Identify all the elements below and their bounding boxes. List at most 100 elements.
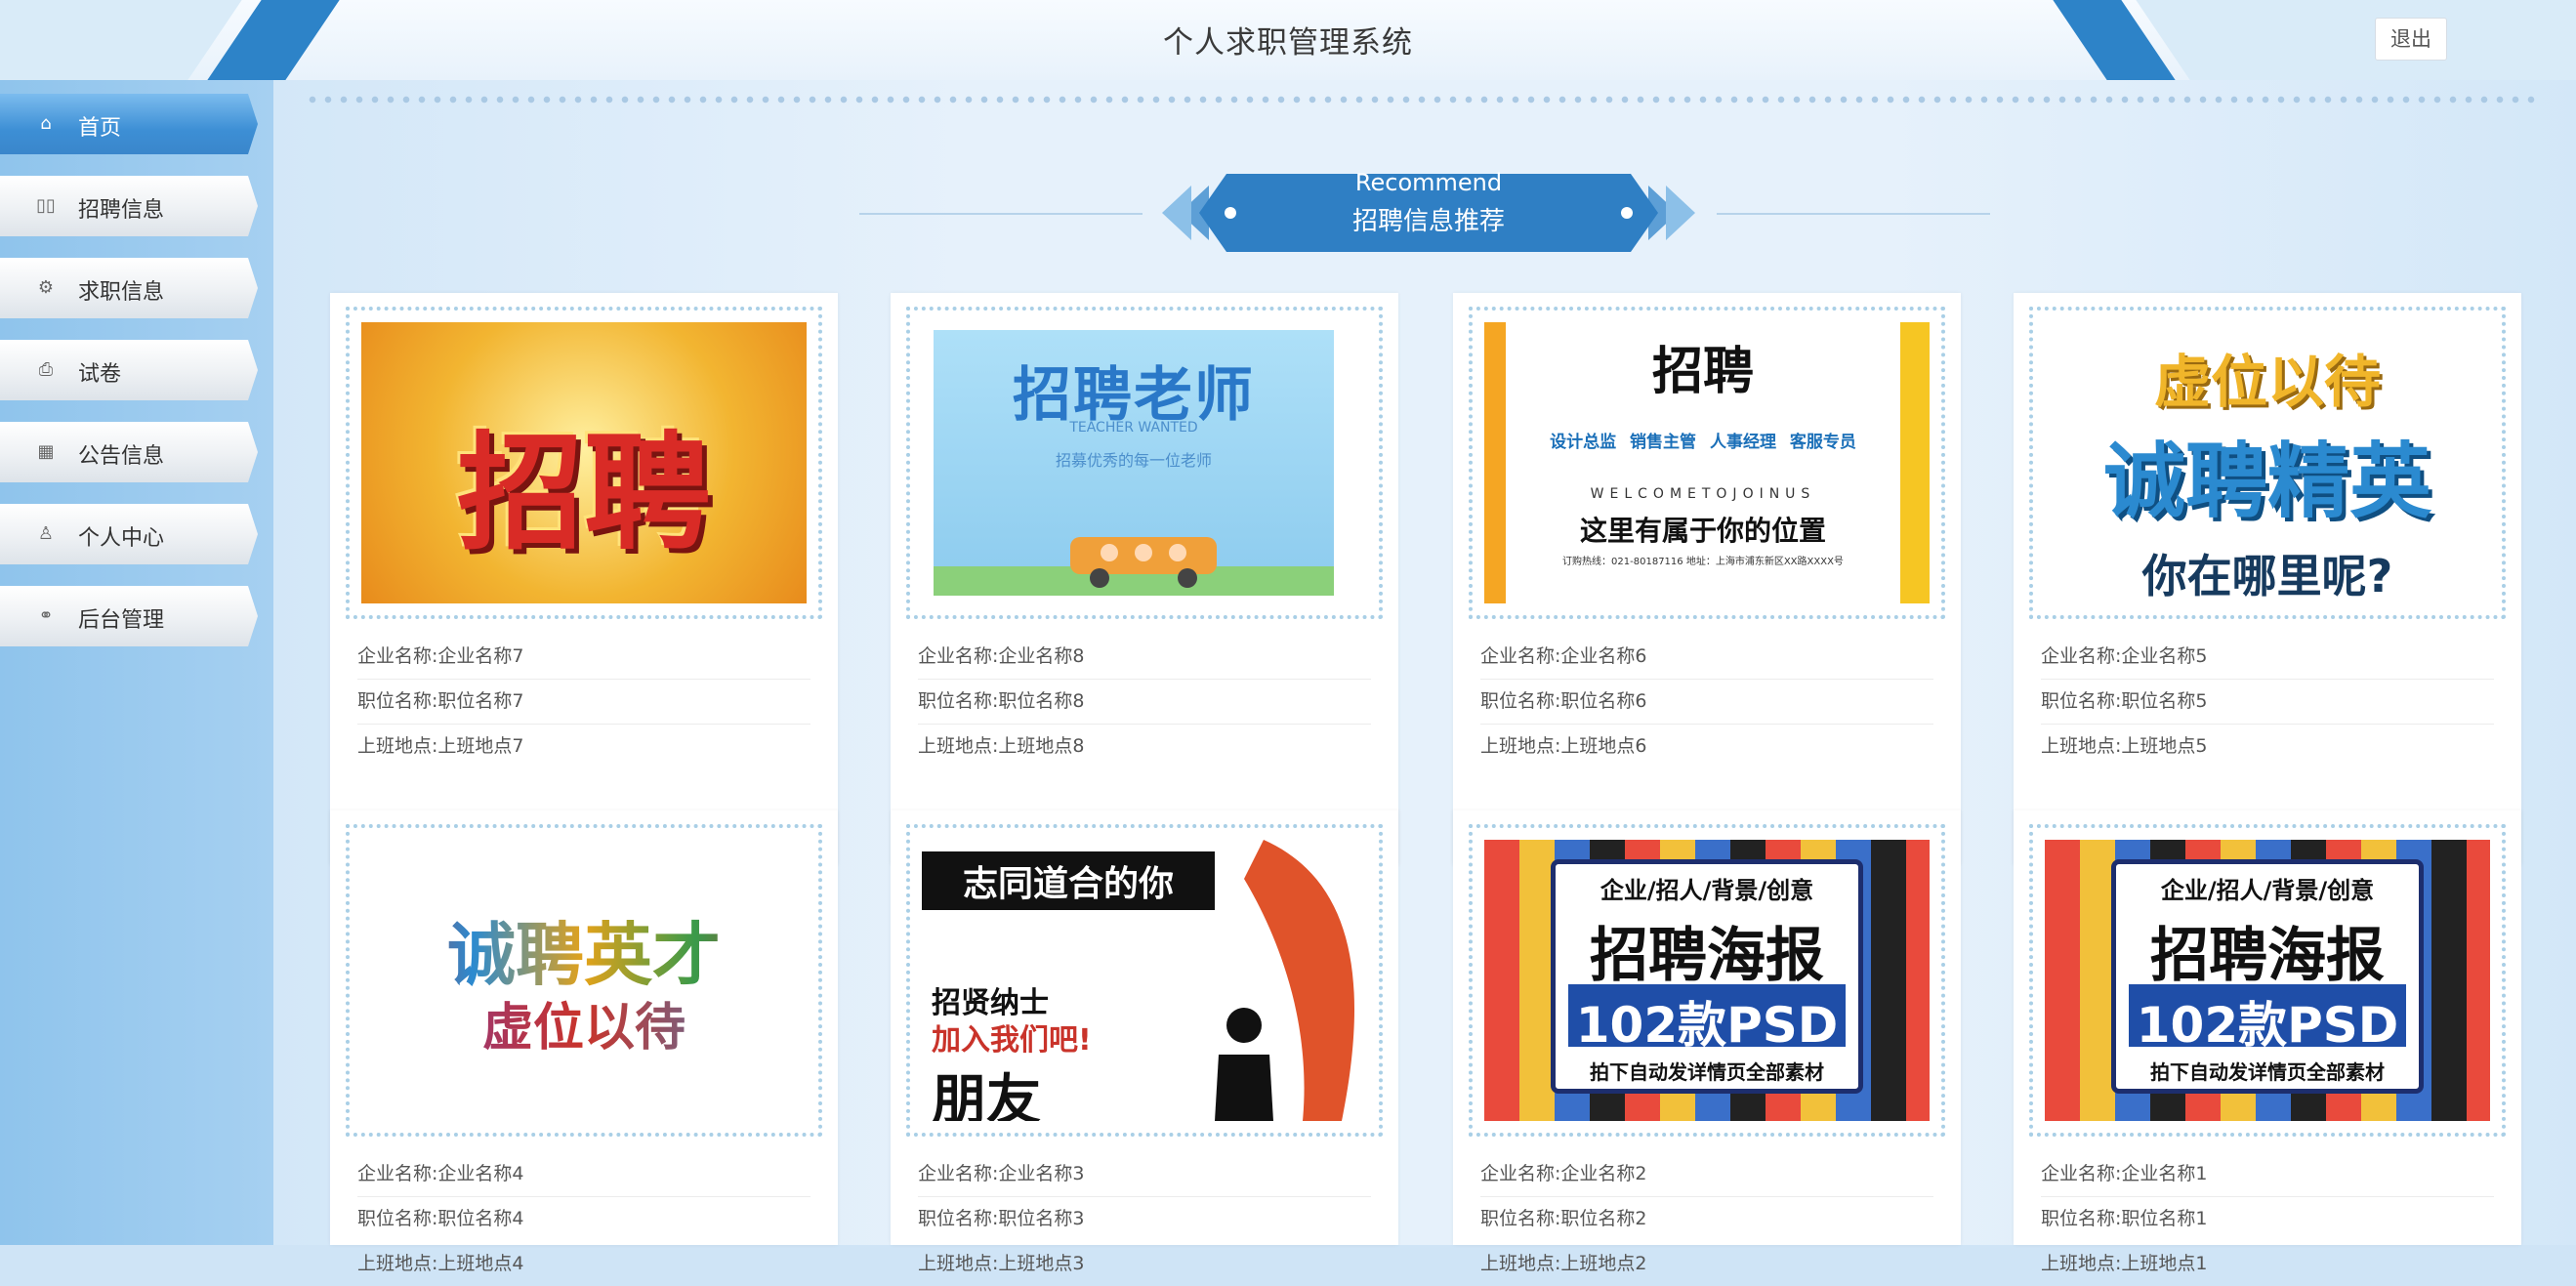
position-row: 职位名称:职位名称4 bbox=[357, 1208, 524, 1229]
job-poster-image: 招聘老师 TEACHER WANTED 招募优秀的每一位老师 bbox=[934, 330, 1334, 596]
position-row: 职位名称:职位名称6 bbox=[1480, 680, 1933, 725]
location-row: 上班地点:上班地点2 bbox=[1480, 1253, 1647, 1274]
position-row: 职位名称:职位名称8 bbox=[918, 680, 1371, 725]
card-image-frame: 企业/招人/背景/创意 招聘海报 102款PSD 拍下自动发详情页全部素材 bbox=[2029, 824, 2506, 1137]
card-image-frame: 虚位以待 诚聘精英 你在哪里呢? bbox=[2029, 307, 2506, 619]
company-row: 企业名称:企业名称5 bbox=[2041, 635, 2494, 680]
job-card[interactable]: 志同道合的你 招贤纳士 加入我们吧! 朋友 企业名称:企业名称3 职位名称:职位… bbox=[891, 810, 1398, 1274]
logout-button[interactable]: 退出 bbox=[2375, 18, 2447, 61]
work-location: 上班地点4 bbox=[437, 1253, 524, 1274]
company-row: 企业名称:企业名称7 bbox=[357, 635, 810, 680]
app-title: 个人求职管理系统 bbox=[1163, 25, 1413, 61]
card-image-frame: 招聘老师 TEACHER WANTED 招募优秀的每一位老师 bbox=[906, 307, 1383, 619]
section-title-en: Recommend bbox=[1354, 169, 1503, 196]
sidebar-item-label: 试卷 bbox=[78, 362, 122, 387]
job-card[interactable]: 招聘 设计总监 销售主管 人事经理 客服专员 WELCOMETOJOINUS 这… bbox=[1453, 293, 1961, 865]
position-name: 职位名称5 bbox=[2121, 690, 2208, 712]
section-title-zh: 招聘信息推荐 bbox=[1351, 207, 1505, 236]
work-location: 上班地点1 bbox=[2121, 1253, 2208, 1274]
job-card[interactable]: 招聘 企业名称:企业名称7 职位名称:职位名称7 上班地点:上班地点7 bbox=[330, 293, 838, 865]
card-image-frame: 诚聘英才 虚位以待 bbox=[346, 824, 822, 1137]
job-poster-image: 招聘 bbox=[361, 322, 807, 603]
card-image-frame: 志同道合的你 招贤纳士 加入我们吧! 朋友 bbox=[906, 824, 1383, 1137]
top-header: 个人求职管理系统 退出 bbox=[0, 0, 2576, 80]
position-row: 职位名称:职位名称3 bbox=[918, 1208, 1085, 1229]
job-poster-image: 招聘 设计总监 销售主管 人事经理 客服专员 WELCOMETOJOINUS 这… bbox=[1484, 322, 1930, 603]
section-line bbox=[1717, 213, 1990, 215]
company-name: 企业名称8 bbox=[998, 645, 1085, 667]
company-row: 企业名称:企业名称8 bbox=[918, 635, 1371, 680]
section-line bbox=[859, 213, 1143, 215]
card-image-frame: 招聘 设计总监 销售主管 人事经理 客服专员 WELCOMETOJOINUS 这… bbox=[1469, 307, 1945, 619]
sidebar-item-label: 公告信息 bbox=[78, 444, 165, 469]
job-poster-image: 企业/招人/背景/创意 招聘海报 102款PSD 拍下自动发详情页全部素材 bbox=[2045, 840, 2490, 1121]
grid-icon: ▦ bbox=[37, 441, 55, 462]
company-name: 企业名称2 bbox=[1560, 1163, 1647, 1184]
sidebar-item-admin[interactable]: ⚭ 后台管理 bbox=[0, 586, 258, 646]
card-image-frame: 招聘 bbox=[346, 307, 822, 619]
position-name: 职位名称8 bbox=[998, 690, 1085, 712]
work-location: 上班地点5 bbox=[2121, 735, 2208, 757]
location-row: 上班地点:上班地点4 bbox=[357, 1253, 524, 1274]
home-icon: ⌂ bbox=[40, 113, 52, 134]
work-location: 上班地点3 bbox=[998, 1253, 1085, 1274]
printer-icon: ⎙ bbox=[38, 359, 54, 380]
columns-icon: ▯▯ bbox=[36, 195, 56, 216]
main-content: Recommend 招聘信息推荐 招聘 企业名称:企业名称7 职位名称:职位名称… bbox=[273, 80, 2576, 1274]
sidebar-item-label: 招聘信息 bbox=[78, 198, 165, 223]
gear-icon: ⚙ bbox=[37, 277, 55, 298]
sidebar-item-label: 个人中心 bbox=[78, 526, 165, 551]
sidebar: ⌂ 首页 ▯▯ 招聘信息 ⚙ 求职信息 ⎙ 试卷 ▦ 公告信息 ♙ 个人中心 ⚭… bbox=[0, 80, 273, 1245]
job-card[interactable]: 招聘老师 TEACHER WANTED 招募优秀的每一位老师 企业名称:企业名称… bbox=[891, 293, 1398, 865]
sidebar-item-label: 后台管理 bbox=[78, 608, 165, 633]
company-row: 企业名称:企业名称3 bbox=[918, 1152, 1371, 1197]
location-row: 上班地点:上班地点1 bbox=[2041, 1253, 2208, 1274]
position-row: 职位名称:职位名称1 bbox=[2041, 1208, 2208, 1229]
company-row: 企业名称:企业名称4 bbox=[357, 1152, 810, 1197]
work-location: 上班地点8 bbox=[998, 735, 1085, 757]
location-row: 上班地点:上班地点7 bbox=[357, 735, 524, 757]
location-row: 上班地点:上班地点8 bbox=[918, 735, 1085, 757]
position-row: 职位名称:职位名称2 bbox=[1480, 1208, 1647, 1229]
position-name: 职位名称2 bbox=[1560, 1208, 1647, 1229]
position-name: 职位名称1 bbox=[2121, 1208, 2208, 1229]
sidebar-item-label: 首页 bbox=[78, 116, 122, 141]
position-row: 职位名称:职位名称7 bbox=[357, 680, 810, 725]
school-bus-illustration bbox=[934, 537, 1334, 596]
company-name: 企业名称1 bbox=[2121, 1163, 2208, 1184]
job-card[interactable]: 虚位以待 诚聘精英 你在哪里呢? 企业名称:企业名称5 职位名称:职位名称5 上… bbox=[2014, 293, 2521, 865]
job-card[interactable]: 企业/招人/背景/创意 招聘海报 102款PSD 拍下自动发详情页全部素材 企业… bbox=[2014, 810, 2521, 1274]
position-name: 职位名称4 bbox=[437, 1208, 524, 1229]
work-location: 上班地点7 bbox=[437, 735, 524, 757]
position-name: 职位名称3 bbox=[998, 1208, 1085, 1229]
position-name: 职位名称7 bbox=[437, 690, 524, 712]
sidebar-item-label: 求职信息 bbox=[78, 280, 165, 305]
red-cape-illustration bbox=[1215, 840, 1355, 1121]
company-name: 企业名称4 bbox=[437, 1163, 524, 1184]
sidebar-item-exam[interactable]: ⎙ 试卷 bbox=[0, 340, 258, 400]
location-row: 上班地点:上班地点5 bbox=[2041, 735, 2208, 757]
company-name: 企业名称6 bbox=[1560, 645, 1647, 667]
company-row: 企业名称:企业名称6 bbox=[1480, 635, 1933, 680]
position-row: 职位名称:职位名称5 bbox=[2041, 680, 2494, 725]
sidebar-item-profile[interactable]: ♙ 个人中心 bbox=[0, 504, 258, 564]
job-card[interactable]: 诚聘英才 虚位以待 企业名称:企业名称4 职位名称:职位名称4 上班地点:上班地… bbox=[330, 810, 838, 1274]
company-row: 企业名称:企业名称1 bbox=[2041, 1152, 2494, 1197]
job-card[interactable]: 企业/招人/背景/创意 招聘海报 102款PSD 拍下自动发详情页全部素材 企业… bbox=[1453, 810, 1961, 1274]
job-poster-image: 企业/招人/背景/创意 招聘海报 102款PSD 拍下自动发详情页全部素材 bbox=[1484, 840, 1930, 1121]
dotted-divider bbox=[305, 95, 2541, 104]
location-row: 上班地点:上班地点6 bbox=[1480, 735, 1647, 757]
position-name: 职位名称6 bbox=[1560, 690, 1647, 712]
user-icon: ♙ bbox=[37, 523, 55, 544]
sidebar-item-job-seeking[interactable]: ⚙ 求职信息 bbox=[0, 258, 258, 318]
sidebar-item-home[interactable]: ⌂ 首页 bbox=[0, 94, 258, 154]
company-name: 企业名称3 bbox=[998, 1163, 1085, 1184]
work-location: 上班地点6 bbox=[1560, 735, 1647, 757]
work-location: 上班地点2 bbox=[1560, 1253, 1647, 1274]
sidebar-item-recruitment[interactable]: ▯▯ 招聘信息 bbox=[0, 176, 258, 236]
link-icon: ⚭ bbox=[38, 605, 54, 626]
job-poster-image: 志同道合的你 招贤纳士 加入我们吧! 朋友 bbox=[922, 840, 1367, 1121]
sidebar-item-announcements[interactable]: ▦ 公告信息 bbox=[0, 422, 258, 482]
job-poster-image: 诚聘英才 虚位以待 bbox=[361, 840, 807, 1121]
company-name: 企业名称7 bbox=[437, 645, 524, 667]
